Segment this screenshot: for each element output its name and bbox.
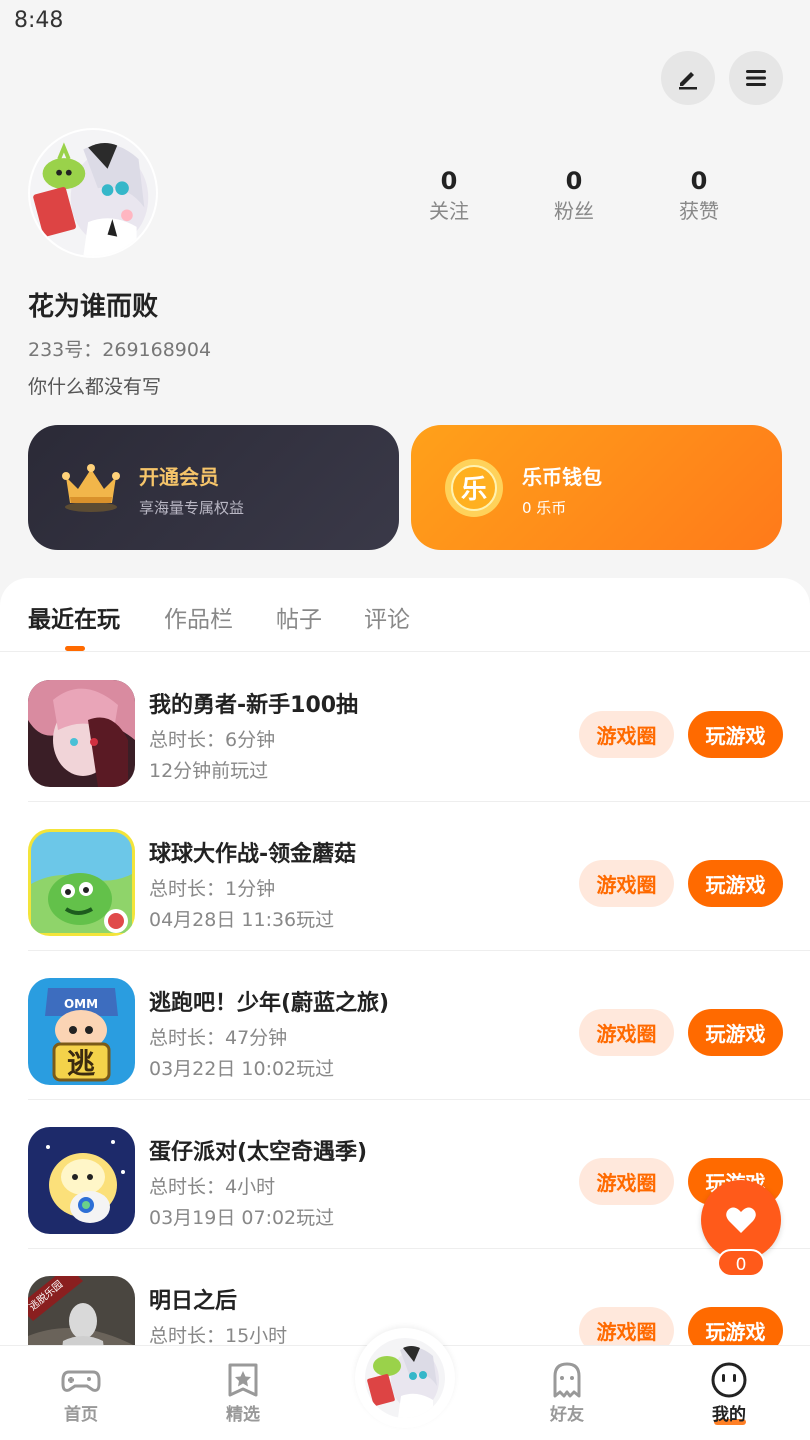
game-row[interactable]: 球球大作战-领金蘑菇 总时长：1分钟 04月28日 11:36玩过 游戏圈 玩游… [0, 802, 810, 951]
game-circle-button[interactable]: 游戏圈 [579, 1158, 674, 1205]
stat-likes-label: 获赞 [679, 199, 719, 223]
user-bio: 你什么都没有写 [28, 376, 162, 398]
tab-posts[interactable]: 帖子 [276, 600, 322, 634]
nav-item-home[interactable]: 首页 [26, 1346, 136, 1440]
face-icon [711, 1362, 747, 1398]
game-title: 逃跑吧！少年(蔚蓝之旅) [149, 991, 390, 1016]
game-circle-button[interactable]: 游戏圈 [579, 1009, 674, 1056]
nav-item-me[interactable]: 我的 [674, 1346, 784, 1440]
heart-icon [726, 1207, 756, 1233]
vip-card[interactable]: 开通会员 享海量专属权益 [28, 425, 399, 550]
game-duration: 总时长：6分钟 [149, 729, 276, 751]
tab-works[interactable]: 作品栏 [164, 600, 233, 634]
game-circle-button[interactable]: 游戏圈 [579, 711, 674, 758]
game-last-played: 03月22日 10:02玩过 [149, 1058, 335, 1080]
wallet-card-title: 乐币钱包 [522, 465, 602, 489]
game-duration: 总时长：15小时 [149, 1325, 288, 1347]
stat-likes[interactable]: 0 获赞 [654, 166, 744, 226]
game-row[interactable]: OMM 逃 逃跑吧！少年(蔚蓝之旅) 总时长：47分钟 03月22日 10:02… [0, 951, 810, 1100]
avatar-image [30, 130, 156, 256]
nav-label-home: 首页 [64, 1405, 98, 1425]
game-icon [28, 829, 135, 936]
nav-item-friends[interactable]: 好友 [512, 1346, 622, 1440]
game-title: 球球大作战-领金蘑菇 [149, 842, 357, 867]
game-icon-badge: OMM [64, 997, 98, 1011]
stat-following-label: 关注 [429, 199, 469, 223]
coin-icon: 乐 [445, 459, 503, 517]
pencil-icon [679, 72, 697, 90]
tab-recent[interactable]: 最近在玩 [28, 600, 120, 634]
stat-followers-count: 0 [565, 167, 583, 195]
game-circle-button[interactable]: 游戏圈 [579, 860, 674, 907]
edit-profile-button[interactable] [661, 51, 715, 105]
content-panel: 最近在玩 作品栏 帖子 评论 我的勇者-新手100抽 总时长：6分钟 12分钟前… [0, 578, 810, 1440]
star-bookmark-icon [228, 1363, 258, 1397]
game-title: 我的勇者-新手100抽 [149, 693, 359, 718]
stat-followers-label: 粉丝 [554, 199, 594, 223]
vip-card-title: 开通会员 [139, 465, 219, 489]
wallet-card[interactable]: 乐 乐币钱包 0 乐币 [411, 425, 782, 550]
crown-icon [62, 464, 120, 512]
username: 花为谁而败 [28, 292, 159, 322]
game-duration: 总时长：1分钟 [149, 878, 276, 900]
game-title: 蛋仔派对(太空奇遇季) [149, 1140, 368, 1165]
user-id: 233号：269168904 [28, 339, 212, 361]
bottom-nav: 首页 精选 好友 我的 [0, 1328, 810, 1440]
nav-label-me: 我的 [712, 1405, 746, 1425]
game-row[interactable]: 我的勇者-新手100抽 总时长：6分钟 12分钟前玩过 游戏圈 玩游戏 [0, 653, 810, 802]
game-icon [28, 1127, 135, 1234]
tab-comments[interactable]: 评论 [364, 600, 410, 634]
menu-icon [746, 70, 766, 86]
game-icon: OMM 逃 [28, 978, 135, 1085]
game-icon [28, 680, 135, 787]
stat-followers[interactable]: 0 粉丝 [529, 166, 619, 226]
game-row[interactable]: 蛋仔派对(太空奇遇季) 总时长：4小时 03月19日 07:02玩过 游戏圈 玩… [0, 1100, 810, 1249]
tab-bar: 最近在玩 作品栏 帖子 评论 [0, 578, 810, 652]
vip-card-subtitle: 享海量专属权益 [139, 499, 245, 517]
like-fab-button[interactable] [701, 1180, 781, 1260]
game-duration: 总时长：47分钟 [149, 1027, 288, 1049]
ghost-icon [553, 1362, 581, 1398]
nav-center-avatar-button[interactable] [355, 1328, 455, 1428]
game-icon-char: 逃 [67, 1047, 95, 1080]
gamepad-icon [61, 1370, 101, 1392]
nav-label-friends: 好友 [550, 1405, 584, 1425]
wallet-card-subtitle: 0 乐币 [522, 499, 567, 517]
tab-indicator [65, 646, 85, 651]
center-avatar-image [365, 1338, 445, 1418]
nav-item-featured[interactable]: 精选 [188, 1346, 298, 1440]
stat-following[interactable]: 0 关注 [404, 166, 494, 226]
game-title: 明日之后 [149, 1289, 238, 1314]
play-game-button[interactable]: 玩游戏 [688, 711, 783, 758]
game-last-played: 03月19日 07:02玩过 [149, 1207, 335, 1229]
play-game-button[interactable]: 玩游戏 [688, 1009, 783, 1056]
game-last-played: 04月28日 11:36玩过 [149, 909, 335, 931]
like-count-badge: 0 [717, 1249, 765, 1277]
stat-following-count: 0 [440, 167, 458, 195]
stat-likes-count: 0 [690, 167, 708, 195]
game-duration: 总时长：4小时 [149, 1176, 276, 1198]
status-time: 8:48 [14, 8, 64, 33]
nav-label-featured: 精选 [226, 1405, 260, 1425]
avatar[interactable] [28, 128, 158, 258]
game-last-played: 12分钟前玩过 [149, 760, 269, 782]
play-game-button[interactable]: 玩游戏 [688, 860, 783, 907]
coin-char: 乐 [461, 475, 487, 505]
menu-button[interactable] [729, 51, 783, 105]
status-bar: 8:48 [0, 0, 810, 44]
